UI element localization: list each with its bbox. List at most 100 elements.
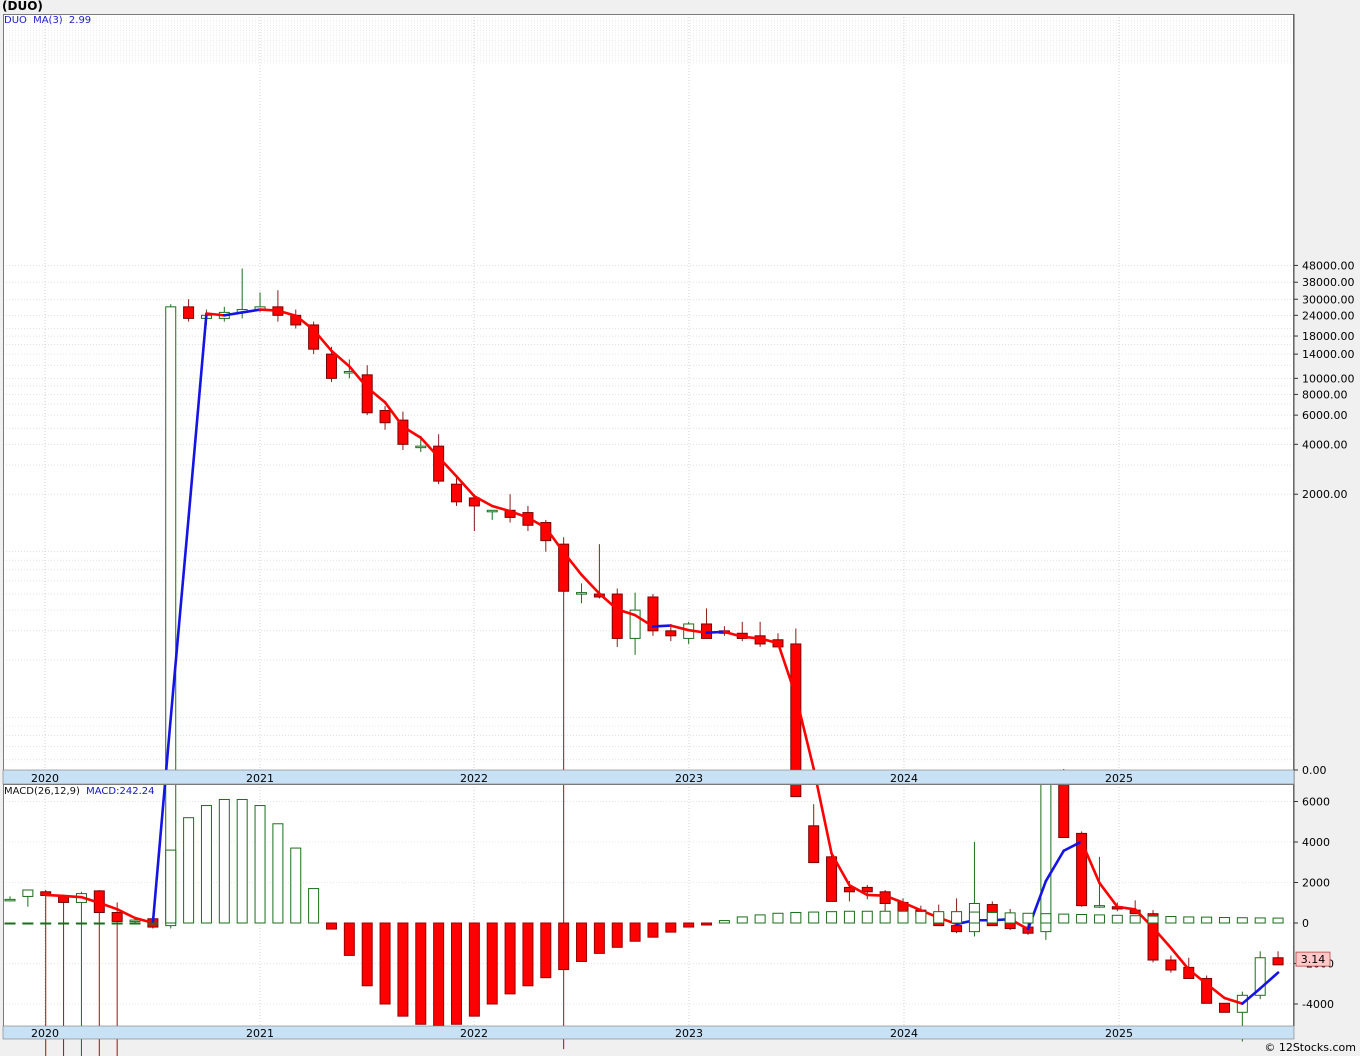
- date-axis-label: 2023: [675, 1027, 703, 1040]
- macd-bar: [415, 922, 427, 1025]
- price-tick-label: 14000.00: [1302, 348, 1355, 361]
- macd-bar: [22, 922, 34, 925]
- macd-bar: [200, 805, 212, 924]
- macd-bar: [75, 922, 87, 925]
- macd-legend: MACD(26,12,9) MACD:242.24: [4, 786, 157, 797]
- price-panel: [3, 14, 1294, 770]
- macd-bar: [1022, 912, 1034, 924]
- macd-bar: [718, 920, 730, 924]
- macd-tick-label: 6000: [1302, 796, 1330, 809]
- macd-bar: [290, 847, 302, 924]
- macd-bar: [576, 922, 588, 962]
- candle-body-up: [22, 889, 34, 897]
- macd-bar: [147, 922, 159, 925]
- ma-segment: [705, 630, 726, 635]
- chart-title: (DUO): [2, 0, 43, 13]
- macd-bar: [772, 912, 784, 924]
- macd-bar: [879, 910, 891, 924]
- macd-bar: [843, 910, 855, 924]
- candle: [611, 588, 623, 647]
- macd-bar: [701, 922, 713, 926]
- macd-bar: [4, 922, 16, 925]
- macd-bar: [826, 911, 838, 924]
- macd-bar: [343, 922, 355, 956]
- date-axis-label: 2022: [460, 772, 488, 785]
- price-tick-label: 4000.00: [1302, 438, 1348, 451]
- macd-bar: [754, 914, 766, 924]
- price-tick-label: 18000.00: [1302, 330, 1355, 343]
- candle-body-down: [1218, 1002, 1230, 1013]
- date-axis-label: 2021: [246, 1027, 274, 1040]
- date-axis-bar: [2, 769, 1295, 785]
- candle-body-up: [129, 919, 141, 923]
- macd-bar: [272, 823, 284, 924]
- macd-bar: [93, 922, 105, 925]
- legend-ma-label: MA(3): [33, 15, 63, 26]
- candle-body-down: [1058, 781, 1070, 839]
- candle-body-up: [486, 509, 498, 513]
- candle-body-down: [111, 911, 123, 922]
- date-axis-label: 2025: [1105, 772, 1133, 785]
- candle-body-down: [1165, 959, 1177, 971]
- macd-bar: [1093, 914, 1105, 924]
- macd-bar: [986, 911, 998, 924]
- macd-bar: [1004, 912, 1016, 924]
- macd-tick-label: 0: [1302, 917, 1309, 930]
- macd-bar: [433, 922, 445, 1027]
- macd-bar: [236, 798, 248, 924]
- ma-segment: [205, 312, 226, 317]
- macd-bar: [629, 922, 641, 942]
- macd-bar: [397, 922, 409, 1017]
- candle-body-down: [808, 825, 820, 864]
- macd-tick-label: -4000: [1302, 998, 1334, 1011]
- date-axis-label: 2023: [675, 772, 703, 785]
- candle-body-up: [415, 445, 427, 449]
- macd-bar: [1147, 915, 1159, 924]
- price-tick-label: 0.00: [1302, 764, 1327, 777]
- date-axis-label: 2021: [246, 772, 274, 785]
- price-tick-label: 24000.00: [1302, 309, 1355, 322]
- price-tick-label: 6000.00: [1302, 409, 1348, 422]
- macd-bar: [1183, 916, 1195, 924]
- price-axis: 48000.00 38000.00 30000.00 24000.00 18000.00…: [1294, 259, 1355, 777]
- watermark: © 12Stocks.com: [1264, 1041, 1356, 1054]
- macd-bar: [1040, 913, 1052, 924]
- macd-bar: [1218, 917, 1230, 924]
- date-axis-bar: [2, 1025, 1295, 1040]
- last-price-label: 3.14: [1301, 953, 1326, 966]
- macd-panel: [3, 784, 1294, 1026]
- macd-bar: [808, 911, 820, 924]
- macd-bar: [1165, 916, 1177, 924]
- macd-bar: [1272, 917, 1284, 924]
- macd-bar: [111, 922, 123, 925]
- candle-body-up: [165, 306, 177, 927]
- candle-body-down: [951, 925, 963, 933]
- macd-axis: 6000400020000-2000-4000: [1294, 796, 1334, 1011]
- candle-body-up: [1093, 905, 1105, 908]
- date-axis-label: 2020: [31, 772, 59, 785]
- candle: [1218, 1002, 1230, 1013]
- macd-bar: [1129, 915, 1141, 924]
- candle-body-down: [433, 445, 445, 482]
- price-tick-label: 8000.00: [1302, 388, 1348, 401]
- macd-bar: [522, 922, 534, 987]
- candle: [647, 594, 659, 636]
- candle-body-down: [451, 483, 462, 503]
- price-tick-label: 30000.00: [1302, 293, 1355, 306]
- main-legend: DUO MA(3) 2.99: [4, 15, 94, 26]
- candle-body-down: [826, 856, 838, 902]
- candle: [165, 304, 177, 929]
- price-tick-label: 2000.00: [1302, 488, 1348, 501]
- macd-bar: [183, 817, 195, 924]
- macd-bar: [308, 888, 320, 924]
- candle-body-down: [665, 630, 677, 637]
- candle-body-down: [611, 593, 623, 639]
- legend-macd-label: MACD(26,12,9): [4, 786, 80, 797]
- macd-bar: [593, 922, 605, 954]
- macd-bar: [915, 910, 927, 924]
- date-axis-label: 2024: [890, 772, 918, 785]
- price-tick-label: 38000.00: [1302, 276, 1355, 289]
- macd-bar: [218, 798, 230, 924]
- macd-bar: [558, 922, 570, 971]
- candle-body-down: [861, 886, 873, 893]
